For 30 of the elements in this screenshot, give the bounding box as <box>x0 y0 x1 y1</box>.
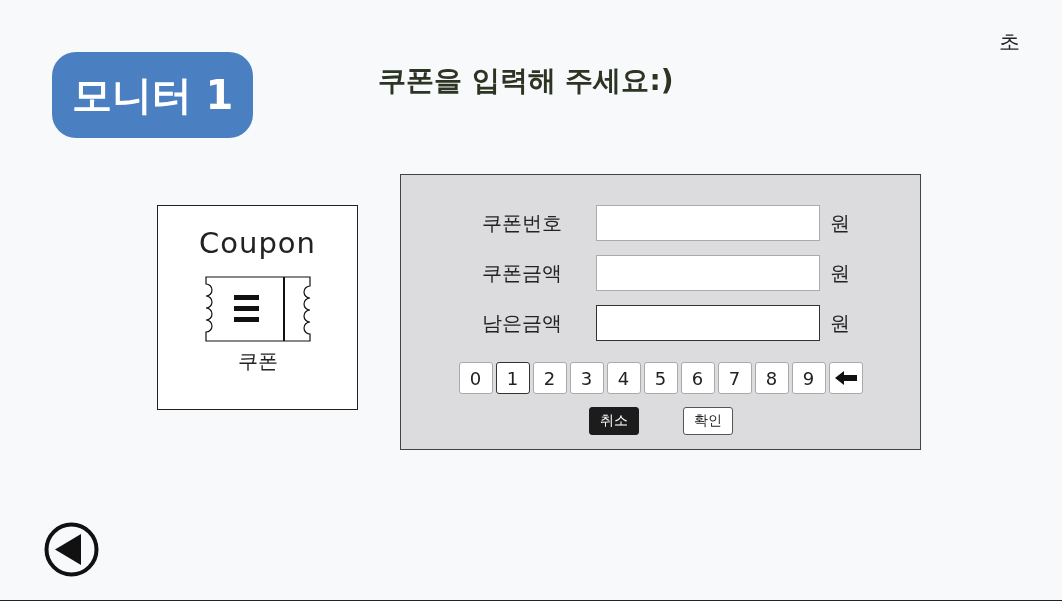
back-icon[interactable] <box>44 522 99 577</box>
arrow-left-icon <box>833 370 858 386</box>
number-key[interactable]: 6 <box>680 362 715 394</box>
number-key[interactable]: 4 <box>606 362 641 394</box>
field-label: 쿠폰번호 <box>481 209 562 237</box>
backspace-key[interactable] <box>828 362 863 394</box>
currency-unit: 원 <box>830 209 850 237</box>
field-label: 쿠폰금액 <box>481 259 562 287</box>
currency-unit: 원 <box>830 309 850 337</box>
confirm-button[interactable]: 확인 <box>682 407 733 435</box>
number-key[interactable]: 3 <box>569 362 604 394</box>
input-field[interactable] <box>596 305 820 341</box>
number-key[interactable]: 7 <box>717 362 752 394</box>
page-title: 쿠폰을 입력해 주세요:) <box>378 63 674 99</box>
number-key[interactable]: 8 <box>754 362 789 394</box>
number-key[interactable]: 2 <box>532 362 567 394</box>
field-label: 남은금액 <box>481 309 562 337</box>
number-key[interactable]: 5 <box>643 362 678 394</box>
input-field[interactable] <box>596 255 820 291</box>
ticket-icon <box>204 276 311 342</box>
coupon-caption: 쿠폰 <box>237 348 278 375</box>
monitor-badge: 모니터 1 <box>52 52 253 138</box>
input-field[interactable] <box>596 205 820 241</box>
cancel-button[interactable]: 취소 <box>588 407 639 435</box>
number-key[interactable]: 0 <box>458 362 493 394</box>
coupon-title: Coupon <box>199 226 316 260</box>
currency-unit: 원 <box>830 259 850 287</box>
timer-unit: 초 <box>999 29 1020 56</box>
number-key[interactable]: 1 <box>495 362 530 394</box>
number-key[interactable]: 9 <box>791 362 826 394</box>
